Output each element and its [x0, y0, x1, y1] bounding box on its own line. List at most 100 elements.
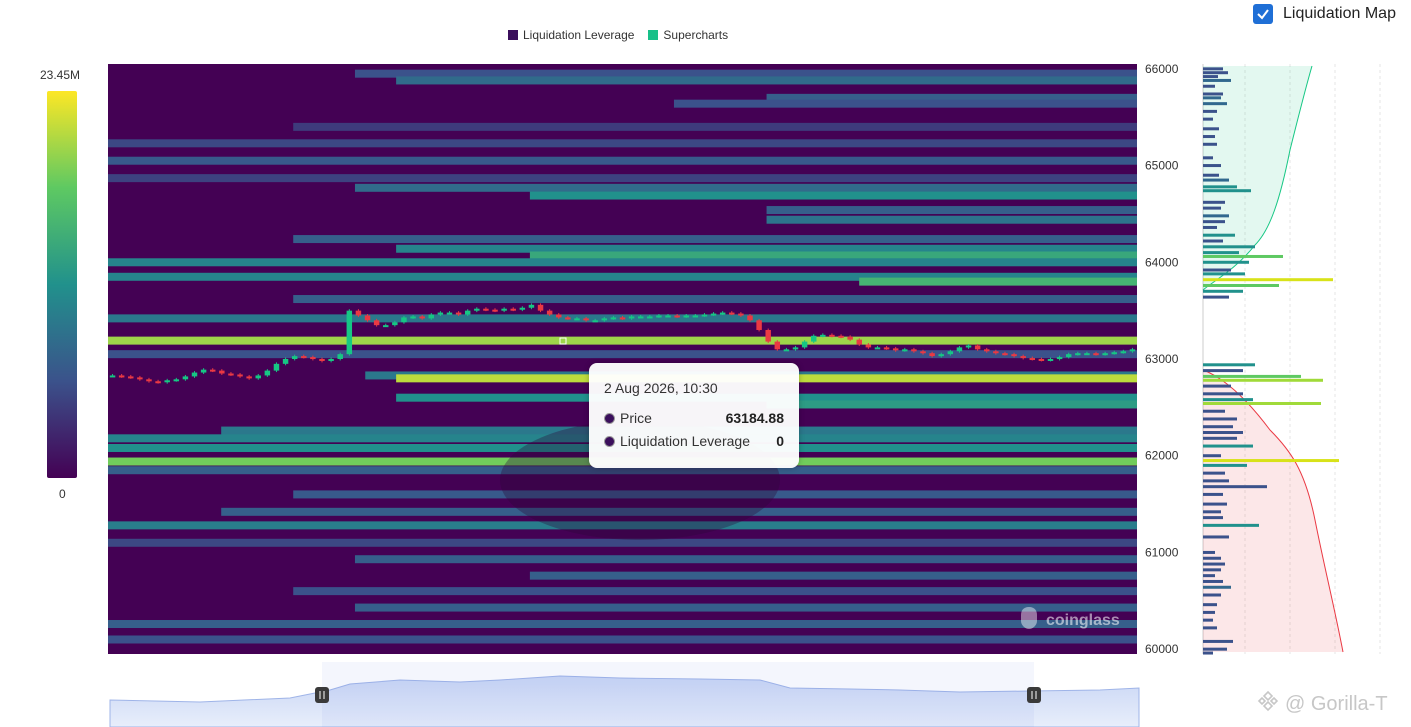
histogram-bar [1203, 278, 1333, 282]
candle-body [546, 310, 553, 315]
histogram-bar [1203, 431, 1243, 435]
heatmap-band [354, 183, 1137, 192]
histogram-bar [1203, 200, 1225, 204]
heatmap-band [293, 295, 1137, 304]
candle-body [1102, 353, 1108, 356]
candle-body [410, 316, 416, 319]
candle-body [829, 334, 835, 337]
histogram-bar [1203, 444, 1253, 448]
histogram-bar [1203, 562, 1225, 566]
histogram-bar [1203, 127, 1219, 131]
candle-body [647, 316, 653, 319]
candle-body [1129, 349, 1136, 352]
color-scale-max-label: 23.45M [40, 68, 81, 82]
candle-body [947, 351, 954, 355]
candle-body [373, 320, 380, 326]
histogram-bar [1203, 135, 1215, 139]
candle-body [892, 348, 899, 351]
candle-body [1029, 358, 1036, 361]
candle-body [392, 322, 398, 326]
candle-body [619, 317, 626, 320]
candle-body [200, 369, 207, 373]
heatmap-band [108, 139, 1137, 148]
candle-body [137, 377, 143, 380]
histogram-bar [1203, 378, 1323, 382]
watermark: @ Gorilla-T [1257, 690, 1388, 718]
candle-body [565, 317, 571, 320]
candle-body [920, 351, 926, 354]
candle-body [173, 379, 180, 382]
histogram-bar [1203, 593, 1221, 597]
candle-body [209, 369, 216, 372]
candle-body [738, 313, 744, 316]
histogram-bar [1203, 164, 1221, 168]
navigator-handle-right[interactable] [1027, 687, 1041, 703]
histogram-bar [1203, 510, 1221, 514]
histogram-bar [1203, 295, 1229, 299]
tooltip-price-dot-icon [604, 412, 615, 424]
navigator-handle-left[interactable] [315, 687, 329, 703]
liquidation-map-label: Liquidation Map [1283, 5, 1396, 22]
candle-body [984, 349, 990, 352]
y-tick-label: 66000 [1145, 62, 1179, 76]
histogram-bar [1203, 471, 1225, 475]
histogram-bar [1203, 67, 1223, 71]
candle-body [765, 329, 771, 342]
candle-body [219, 370, 225, 374]
histogram-bar [1203, 556, 1221, 560]
price-tooltip: 2 Aug 2026, 10:30 Price 63184.88 Liquida… [589, 363, 799, 468]
histogram-bar [1203, 117, 1213, 121]
histogram-bar [1203, 401, 1321, 405]
candle-body [710, 313, 717, 316]
navigator-selection[interactable] [322, 662, 1034, 727]
histogram-bar [1203, 639, 1233, 643]
liquidation-map-toggle[interactable]: Liquidation Map [1253, 4, 1396, 24]
histogram-bar [1203, 268, 1231, 272]
histogram-bar [1203, 647, 1227, 651]
candle-body [1065, 354, 1072, 358]
candle-body [228, 373, 234, 376]
histogram-bar [1203, 417, 1237, 421]
histogram-bar [1203, 579, 1223, 583]
histogram-bar [1203, 189, 1251, 193]
checkbox-checked-icon[interactable] [1253, 4, 1273, 24]
candle-body [383, 325, 389, 328]
candle-body [1093, 353, 1099, 356]
candle-body [592, 320, 598, 323]
heatmap-band [293, 235, 1137, 244]
candle-body [282, 359, 289, 364]
histogram-bar [1203, 502, 1227, 506]
histogram-bar [1203, 463, 1247, 467]
candle-body [820, 334, 826, 337]
histogram-bar [1203, 363, 1255, 367]
legend-item-liquidation-leverage[interactable]: Liquidation Leverage [508, 28, 634, 42]
legend-item-supercharts[interactable]: Supercharts [648, 28, 728, 42]
histogram-bar [1203, 109, 1217, 113]
candle-body [701, 314, 708, 317]
tooltip-title: 2 Aug 2026, 10:30 [604, 380, 718, 396]
histogram-bar [1203, 369, 1243, 373]
candle-body [355, 310, 362, 316]
candle-body [191, 372, 198, 377]
heatmap-band [108, 156, 1137, 165]
candle-body [474, 308, 480, 311]
coinglass-logo-icon [1018, 606, 1040, 635]
candle-body [164, 380, 170, 383]
histogram-bar [1203, 626, 1217, 630]
histogram-bar [1203, 173, 1219, 177]
candle-body [911, 349, 917, 352]
candle-body [510, 308, 516, 311]
candle-body [637, 316, 644, 319]
histogram-bar [1203, 454, 1221, 458]
histogram-bar [1203, 92, 1223, 96]
histogram-bar [1203, 239, 1223, 243]
candle-body [938, 354, 944, 357]
heatmap-band [293, 587, 1137, 596]
legend-swatch-supercharts [648, 30, 659, 40]
tooltip-price-label: Price [620, 410, 652, 426]
candle-body [838, 335, 844, 338]
heatmap-band [354, 555, 1137, 564]
candle-body [792, 347, 799, 350]
candle-body [628, 316, 635, 319]
heatmap-band [108, 538, 1137, 547]
